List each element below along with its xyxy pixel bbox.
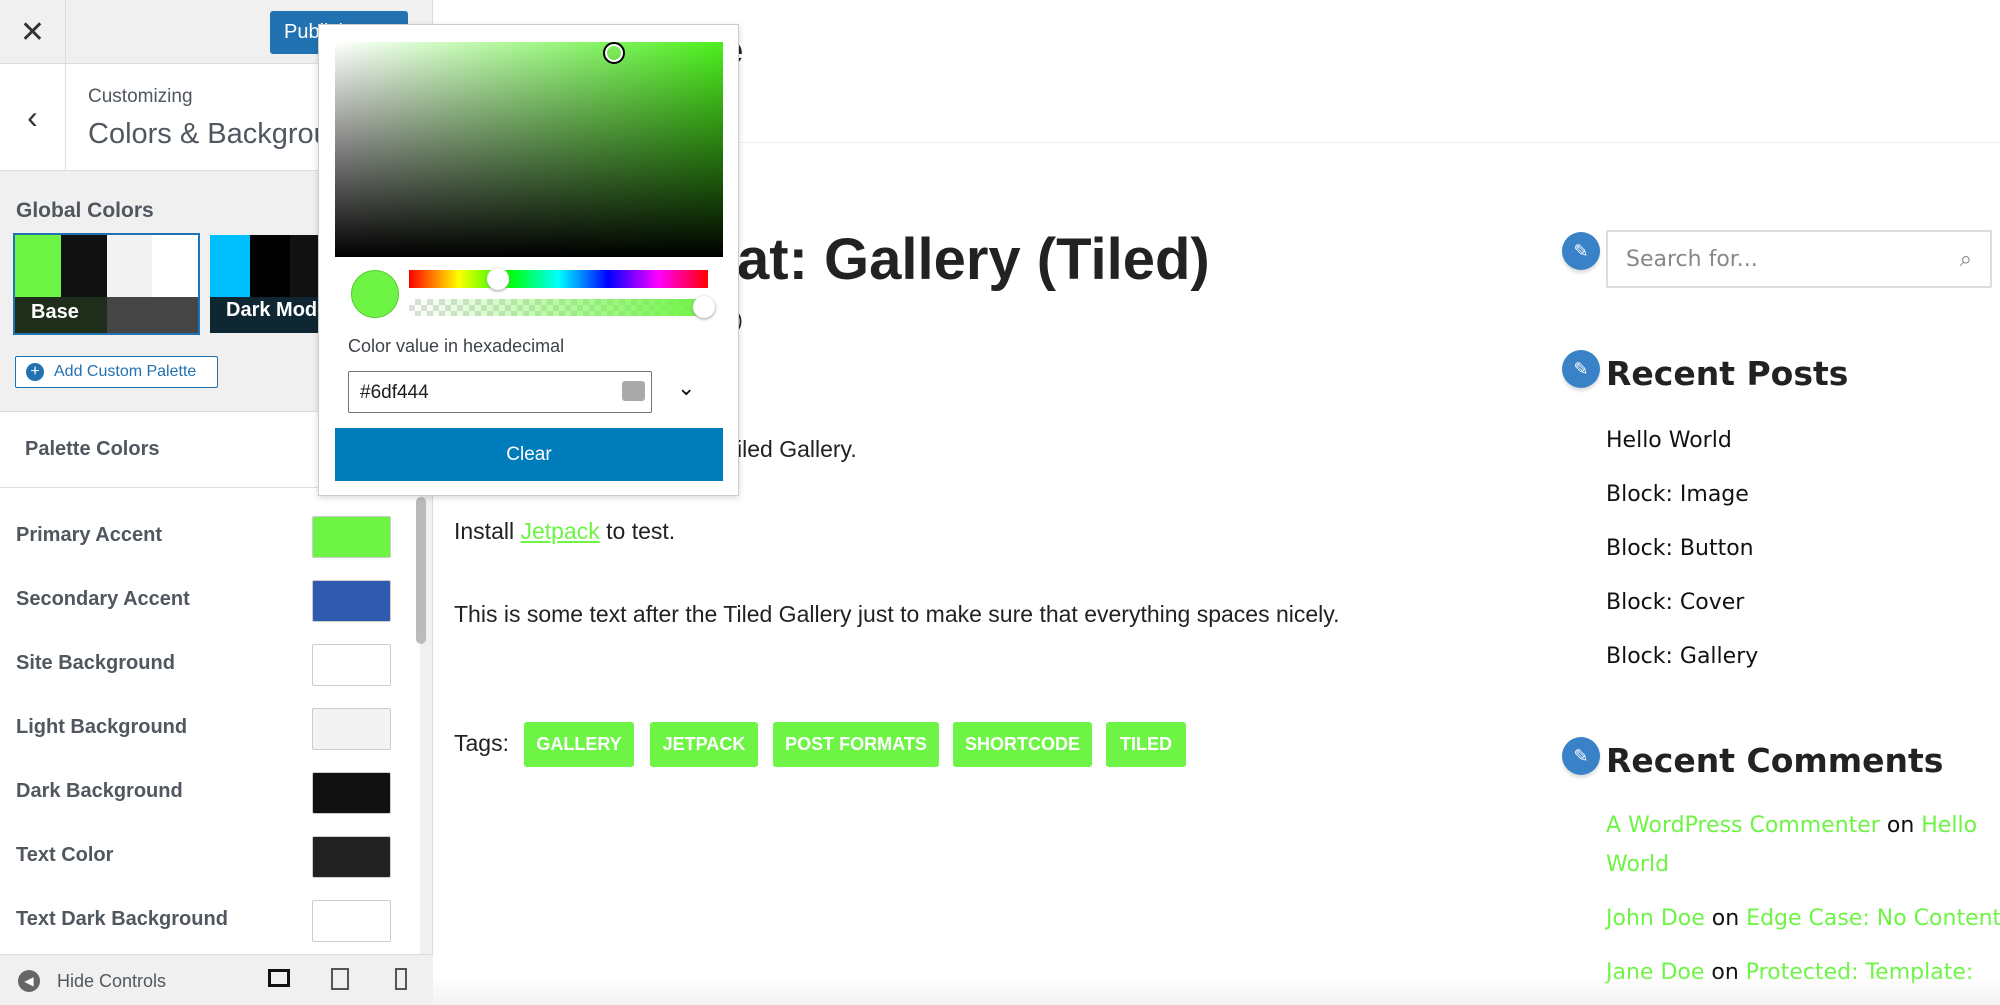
palette-color-chip xyxy=(210,235,250,297)
recent-post-link[interactable]: Block: Cover xyxy=(1606,590,1744,615)
alpha-slider-thumb[interactable] xyxy=(693,296,715,318)
color-swatch-button[interactable] xyxy=(312,516,391,558)
post-paragraph-1: iled Gallery. xyxy=(737,436,857,462)
palette-color-chip xyxy=(60,235,107,297)
comment-author-link[interactable]: A WordPress Commenter xyxy=(1606,813,1880,838)
tag-jetpack[interactable]: JETPACK xyxy=(650,722,758,767)
plus-circle-icon: + xyxy=(26,363,44,381)
hue-slider[interactable] xyxy=(409,268,708,290)
global-colors-label: Global Colors xyxy=(16,199,154,222)
palette-color-label: Primary Accent xyxy=(16,524,162,546)
contact-card-icon xyxy=(622,381,645,401)
back-chevron-icon[interactable]: ‹ xyxy=(0,64,66,171)
palette-color-chip xyxy=(106,235,153,297)
scrollbar[interactable] xyxy=(416,497,426,644)
recent-comments-heading: Recent Comments xyxy=(1606,741,1944,780)
recent-post-link[interactable]: Hello World xyxy=(1606,428,1732,453)
palette-label: Dark Mode xyxy=(226,299,329,321)
alpha-slider[interactable] xyxy=(409,296,715,318)
comment-item: A WordPress Commenter on Hello xyxy=(1606,813,1977,838)
palette-color-label: Text Color xyxy=(16,844,114,866)
search-placeholder: Search for... xyxy=(1626,247,1758,272)
tag-tiled[interactable]: TILED xyxy=(1106,722,1186,767)
comment-post-link[interactable]: World xyxy=(1606,852,1669,877)
recent-post-link[interactable]: Block: Gallery xyxy=(1606,644,1758,669)
tag-post-formats[interactable]: POST FORMATS xyxy=(773,722,939,767)
comment-on-text: on xyxy=(1886,813,1915,838)
comment-post-link[interactable]: Hello xyxy=(1921,813,1977,838)
color-swatch-button[interactable] xyxy=(312,708,391,750)
color-swatch-button[interactable] xyxy=(312,900,391,942)
search-input[interactable]: Search for... ⌕ xyxy=(1606,230,1992,288)
palette-color-label: Light Background xyxy=(16,716,188,738)
close-icon[interactable]: ✕ xyxy=(0,0,66,64)
jetpack-link[interactable]: Jetpack xyxy=(520,518,599,544)
install-paragraph: Install Jetpack to test. xyxy=(454,518,675,545)
bottom-fade xyxy=(433,975,2000,1005)
install-text-end: to test. xyxy=(606,518,676,544)
palette-dark-mode[interactable]: Dark Mode xyxy=(210,235,330,333)
hue-slider-thumb[interactable] xyxy=(487,268,509,290)
recent-posts-heading: Recent Posts xyxy=(1606,354,1849,393)
tablet-preview-icon[interactable] xyxy=(331,968,349,990)
mobile-preview-icon[interactable] xyxy=(395,968,407,990)
hex-label: Color value in hexadecimal xyxy=(348,336,565,356)
hide-controls-icon[interactable]: ◀ xyxy=(18,970,40,992)
palette-base[interactable]: Base xyxy=(13,233,200,335)
add-custom-palette-button[interactable]: + Add Custom Palette xyxy=(15,356,218,388)
palette-color-label: Site Background xyxy=(16,652,175,674)
palette-color-chip xyxy=(250,235,290,297)
desktop-preview-icon[interactable] xyxy=(268,969,290,987)
color-swatch-button[interactable] xyxy=(312,644,391,686)
tag-shortcode[interactable]: SHORTCODE xyxy=(953,722,1092,767)
color-handle[interactable] xyxy=(603,42,625,64)
comment-item: John Doe on Edge Case: No Content xyxy=(1606,906,2000,931)
tag-gallery[interactable]: GALLERY xyxy=(524,722,634,767)
color-picker-popup: Color value in hexadecimal #6df444 ⌄ Cle… xyxy=(318,24,739,496)
palette-color-label: Dark Background xyxy=(16,780,183,802)
edit-widget-icon[interactable]: ✎ xyxy=(1562,737,1600,775)
comment-on-text: on xyxy=(1711,906,1740,931)
hide-controls-label[interactable]: Hide Controls xyxy=(57,971,166,992)
edit-widget-icon[interactable]: ✎ xyxy=(1562,350,1600,388)
install-text: Install xyxy=(454,518,515,544)
clear-button[interactable]: Clear xyxy=(335,428,723,481)
hex-input[interactable]: #6df444 xyxy=(348,371,652,413)
tags-label: Tags: xyxy=(454,730,509,756)
edit-widget-icon[interactable]: ✎ xyxy=(1562,232,1600,270)
color-preview-swatch xyxy=(351,270,399,318)
color-swatch-button[interactable] xyxy=(312,772,391,814)
recent-post-link[interactable]: Block: Button xyxy=(1606,536,1754,561)
comment-author-link[interactable]: John Doe xyxy=(1606,906,1705,931)
palette-label: Base xyxy=(31,301,79,323)
chevron-down-icon[interactable]: ⌄ xyxy=(677,375,695,401)
color-swatch-button[interactable] xyxy=(312,836,391,878)
recent-post-link[interactable]: Block: Image xyxy=(1606,482,1749,507)
color-swatch-button[interactable] xyxy=(312,580,391,622)
palette-color-chip xyxy=(152,235,198,297)
customizing-label: Customizing xyxy=(88,86,193,107)
saturation-lightness-area[interactable] xyxy=(335,42,723,257)
palette-colors-heading: Palette Colors xyxy=(25,438,160,460)
post-title: at: Gallery (Tiled) xyxy=(737,227,1210,292)
palette-color-label: Secondary Accent xyxy=(16,588,190,610)
customizer-footer: ◀ Hide Controls xyxy=(0,954,433,1005)
comment-post-link[interactable]: Edge Case: No Content xyxy=(1746,906,2000,931)
hex-value: #6df444 xyxy=(360,382,429,403)
post-paragraph-2: This is some text after the Tiled Galler… xyxy=(454,601,1340,627)
palette-color-chip xyxy=(15,235,61,297)
search-icon[interactable]: ⌕ xyxy=(1960,246,1972,272)
add-custom-palette-label: Add Custom Palette xyxy=(54,363,197,380)
palette-color-label: Text Dark Background xyxy=(16,908,228,930)
